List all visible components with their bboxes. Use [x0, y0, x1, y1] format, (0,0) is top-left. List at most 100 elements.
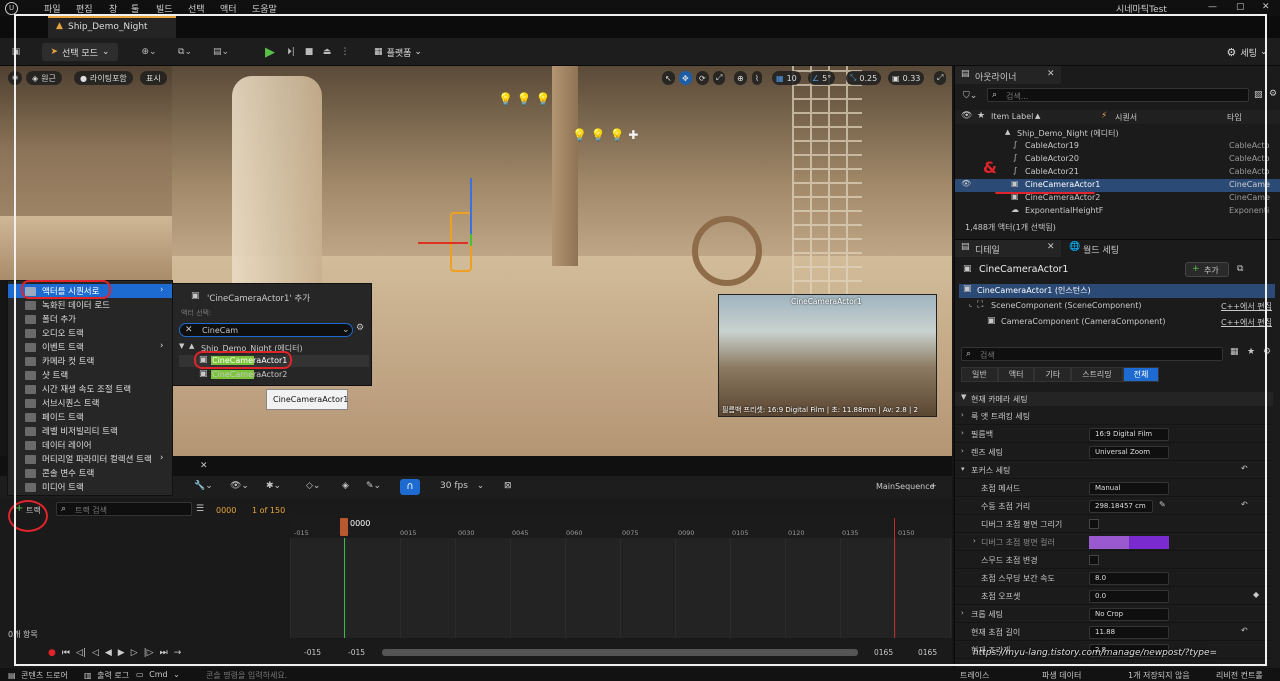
unreal-logo-icon[interactable]: U — [5, 2, 18, 15]
grid-view-icon[interactable]: ▦ — [1230, 347, 1239, 357]
edit-cpp-link[interactable]: C++에서 편집 — [1221, 317, 1272, 328]
mode-select-button[interactable]: ➤ 선택 모드 ⌄ — [42, 43, 118, 61]
actor-name[interactable]: CineCameraActor1 — [979, 264, 1068, 275]
trace-button[interactable]: 트레이스 — [960, 670, 989, 681]
minimize-icon[interactable]: — — [1208, 2, 1217, 12]
rotation-snap-button[interactable]: ∠ 5° — [808, 71, 836, 85]
range-end[interactable]: 0165 — [918, 648, 937, 657]
menu-item-console-var[interactable]: 콘솔 변수 트랙 — [8, 466, 174, 480]
maximize-icon[interactable]: ▢ — [1236, 2, 1245, 12]
property-row[interactable]: ▾ 포커스 세팅 ↶ — [955, 462, 1273, 479]
add-actor-icon[interactable]: ⊕⌄ — [138, 45, 160, 59]
save-icon[interactable]: ▣ — [9, 45, 23, 59]
details-tab[interactable]: ▤ 디테일 ✕ — [955, 240, 1061, 257]
menu-item-material-param[interactable]: 머티리얼 파라미터 컬렉션 트랙 › — [8, 452, 174, 466]
menu-select[interactable]: 선택 — [188, 2, 205, 15]
menu-item-event-track[interactable]: 이벤트 트랙 › — [8, 340, 174, 354]
property-row[interactable]: 스무드 초점 변경 — [955, 552, 1273, 569]
menu-item-time-dilation[interactable]: 시간 재생 속도 조절 트랙 — [8, 382, 174, 396]
property-row[interactable]: 디버그 초점 평면 그리기 — [955, 516, 1273, 533]
manual-focus-distance-input[interactable]: 298.18457 cm — [1089, 500, 1153, 513]
column-item-label[interactable]: Item Label — [991, 112, 1033, 121]
surface-snap-icon[interactable]: ⌇ — [752, 71, 762, 85]
record-icon[interactable]: ● — [48, 648, 56, 658]
viewport-left-region[interactable]: ≡ ◈ 원근 ● 라이팅포함 표시 — [0, 66, 172, 280]
column-sequencer[interactable]: 시퀀서 — [1115, 112, 1137, 123]
chevron-down-icon[interactable]: ⌄ — [342, 325, 350, 335]
menu-item-camera-cut-track[interactable]: 카메라 컷 트랙 — [8, 354, 174, 368]
lens-dropdown[interactable]: Universal Zoom — [1089, 446, 1169, 459]
menu-window[interactable]: 창 — [109, 2, 117, 15]
scale-icon[interactable]: ⤢ — [713, 71, 726, 85]
property-row[interactable]: 초점 메서드 Manual — [955, 480, 1273, 497]
gizmo-y-axis[interactable] — [470, 234, 472, 246]
world-icon[interactable]: ⊕ — [734, 71, 747, 85]
star-icon[interactable]: ★ — [1247, 347, 1255, 357]
world-settings-tab[interactable]: 🌐 월드 세팅 — [1065, 240, 1145, 257]
close-icon[interactable]: ✕ — [1047, 69, 1055, 79]
translate-icon[interactable]: ✥ — [679, 71, 692, 85]
column-type[interactable]: 타입 — [1227, 112, 1242, 123]
view-options-icon[interactable]: 👁⌄ — [230, 481, 249, 491]
property-row[interactable]: 수동 초점 거리 298.18457 cm ✎ ↶ — [955, 498, 1273, 515]
menu-item-media-track[interactable]: 미디어 트랙 — [8, 480, 174, 494]
details-search-box[interactable]: ⌕ 검색 — [961, 347, 1223, 361]
range-start[interactable]: -015 — [304, 648, 321, 657]
more-icon[interactable]: ⋮ — [340, 45, 350, 59]
keyframe-icon[interactable]: ◆ — [1253, 590, 1259, 599]
reset-icon[interactable]: ↶ — [1241, 464, 1248, 473]
property-row[interactable]: 초점 오프셋 0.0 ◆ — [955, 588, 1273, 605]
menu-item-add-folder[interactable]: 폴더 추가 — [8, 312, 174, 326]
actor-search-box[interactable]: ✕ CineCam ⌄ — [179, 323, 353, 337]
platforms-button[interactable]: ▦ 플랫폼 ⌄ — [370, 43, 426, 61]
sequence-name[interactable]: MainSequence — [876, 482, 935, 491]
clear-icon[interactable]: ✕ — [185, 325, 193, 335]
section-header-current-camera[interactable]: ▼ 현재 카메라 세팅 — [955, 392, 1273, 406]
jump-start-icon[interactable]: ⏮ — [62, 648, 70, 658]
submenu-actor-item[interactable]: ▣ CineCameraActor2 — [179, 369, 369, 381]
checkbox[interactable] — [1089, 519, 1099, 529]
gizmo-x-axis[interactable] — [418, 242, 468, 244]
property-row[interactable]: › 렌즈 세팅 Universal Zoom — [955, 444, 1273, 461]
focus-offset-input[interactable]: 0.0 — [1089, 590, 1169, 603]
range-bar[interactable]: -015 -015 0165 0165 — [290, 645, 952, 659]
menu-build[interactable]: 빌드 — [156, 2, 173, 15]
blueprint-icon[interactable]: ⧉ — [1237, 264, 1243, 274]
filter-icon[interactable]: ☰ — [196, 504, 204, 514]
folder-add-icon[interactable]: ▨ — [1254, 90, 1263, 100]
keyframe-interp-icon[interactable]: ◇⌄ — [306, 481, 320, 491]
rotate-icon[interactable]: ⟳ — [696, 71, 709, 85]
property-row[interactable]: › 룩 앳 트래킹 세팅 — [955, 408, 1273, 425]
sequencer-timeline[interactable]: -015 0015 0030 0045 0060 0075 0090 0105 … — [290, 518, 952, 638]
camera-speed-button[interactable]: ▣ 0.33 — [888, 71, 925, 85]
add-component-button[interactable]: + 추가 — [1185, 262, 1229, 277]
reset-icon[interactable]: ↶ — [1241, 626, 1248, 635]
snap-button[interactable]: ∩ — [400, 479, 420, 495]
revision-control-button[interactable]: 리비전 컨트롤 — [1216, 670, 1278, 681]
perspective-button[interactable]: ◈ 원근 — [26, 71, 62, 85]
star-icon[interactable]: ★ — [977, 111, 985, 121]
filter-streaming[interactable]: 스트리밍 — [1071, 367, 1123, 382]
maximize-viewport-icon[interactable]: ⤢ — [934, 71, 947, 85]
track-search-box[interactable]: ⌕ 트랙 검색 — [56, 502, 192, 516]
curve-editor-icon[interactable]: ⊠ — [504, 481, 512, 491]
hamburger-icon[interactable]: ≡ — [8, 71, 22, 85]
color-swatch[interactable] — [1089, 536, 1169, 549]
settings-icon[interactable]: ⚙ — [1269, 89, 1277, 99]
menu-help[interactable]: 도움말 — [252, 2, 277, 15]
filter-all[interactable]: 전체 — [1122, 367, 1160, 382]
menu-item-data-layer[interactable]: 데이터 레이어 — [8, 438, 174, 452]
menu-item-audio-track[interactable]: 오디오 트랙 — [8, 326, 174, 340]
visibility-icon[interactable]: 👁 — [961, 179, 971, 188]
step-icon[interactable]: ⏵| — [284, 45, 298, 59]
lighting-button[interactable]: ● 라이팅포함 — [74, 71, 133, 85]
play-icon[interactable]: ▶ — [118, 648, 125, 658]
property-row[interactable]: 현재 초점 길이 11.88 ↶ — [955, 624, 1273, 641]
blueprint-icon[interactable]: ⧉⌄ — [174, 45, 196, 59]
gear-icon[interactable]: ⚙ — [356, 323, 364, 333]
play-icon[interactable]: ▶ — [262, 44, 278, 60]
cinematics-icon[interactable]: ▤⌄ — [210, 45, 232, 59]
playhead-handle[interactable] — [340, 518, 348, 536]
details-settings-icon[interactable]: ⚙ — [1263, 347, 1271, 357]
outliner-row[interactable]: ☁ ExponentialHeightF Exponenti — [955, 205, 1280, 218]
